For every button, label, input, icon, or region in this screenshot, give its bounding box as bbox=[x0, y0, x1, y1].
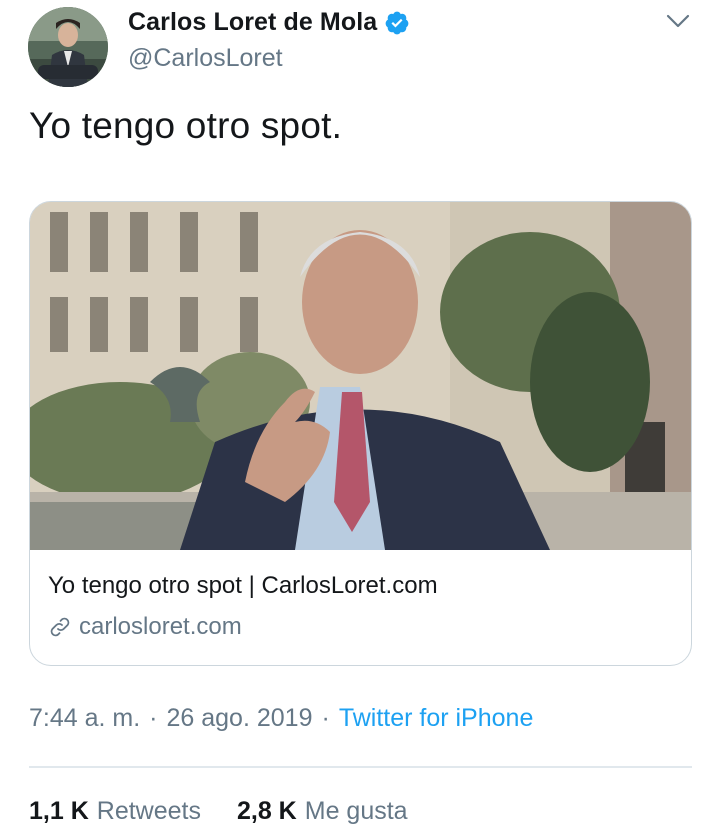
chevron-down-icon[interactable] bbox=[666, 12, 690, 30]
card-thumbnail[interactable] bbox=[30, 202, 691, 550]
link-icon bbox=[48, 615, 72, 639]
tweet-date[interactable]: 26 ago. 2019 bbox=[167, 704, 313, 733]
tweet-source-link[interactable]: Twitter for iPhone bbox=[339, 704, 534, 733]
divider bbox=[29, 766, 692, 768]
retweets-label: Retweets bbox=[96, 797, 201, 825]
tweet-meta: 7:44 a. m. · 26 ago. 2019 · Twitter for … bbox=[29, 704, 533, 733]
tweet-text: Yo tengo otro spot. bbox=[29, 105, 343, 146]
likes-label: Me gusta bbox=[304, 797, 408, 825]
retweets-count: 1,1 K bbox=[29, 797, 89, 825]
avatar[interactable] bbox=[28, 7, 108, 87]
card-domain: carlosloret.com bbox=[79, 613, 242, 640]
link-card[interactable]: Yo tengo otro spot | CarlosLoret.com car… bbox=[29, 201, 692, 666]
avatar-image bbox=[28, 7, 108, 87]
author-name-row[interactable]: Carlos Loret de Mola bbox=[128, 8, 410, 37]
card-title[interactable]: Yo tengo otro spot | CarlosLoret.com bbox=[48, 572, 438, 600]
verified-badge-icon bbox=[384, 10, 410, 36]
author-display-name[interactable]: Carlos Loret de Mola bbox=[128, 8, 377, 37]
tweet-time[interactable]: 7:44 a. m. bbox=[29, 704, 140, 733]
likes-stat[interactable]: 2,8 K Me gusta bbox=[237, 797, 408, 826]
tweet-stats: 1,1 K Retweets 2,8 K Me gusta bbox=[29, 797, 444, 826]
likes-count: 2,8 K bbox=[236, 797, 297, 825]
meta-separator: · bbox=[149, 704, 158, 732]
retweets-stat[interactable]: 1,1 K Retweets bbox=[29, 797, 201, 826]
author-handle[interactable]: @CarlosLoret bbox=[128, 44, 283, 73]
meta-separator: · bbox=[321, 704, 330, 732]
card-domain-row[interactable]: carlosloret.com bbox=[48, 613, 242, 641]
